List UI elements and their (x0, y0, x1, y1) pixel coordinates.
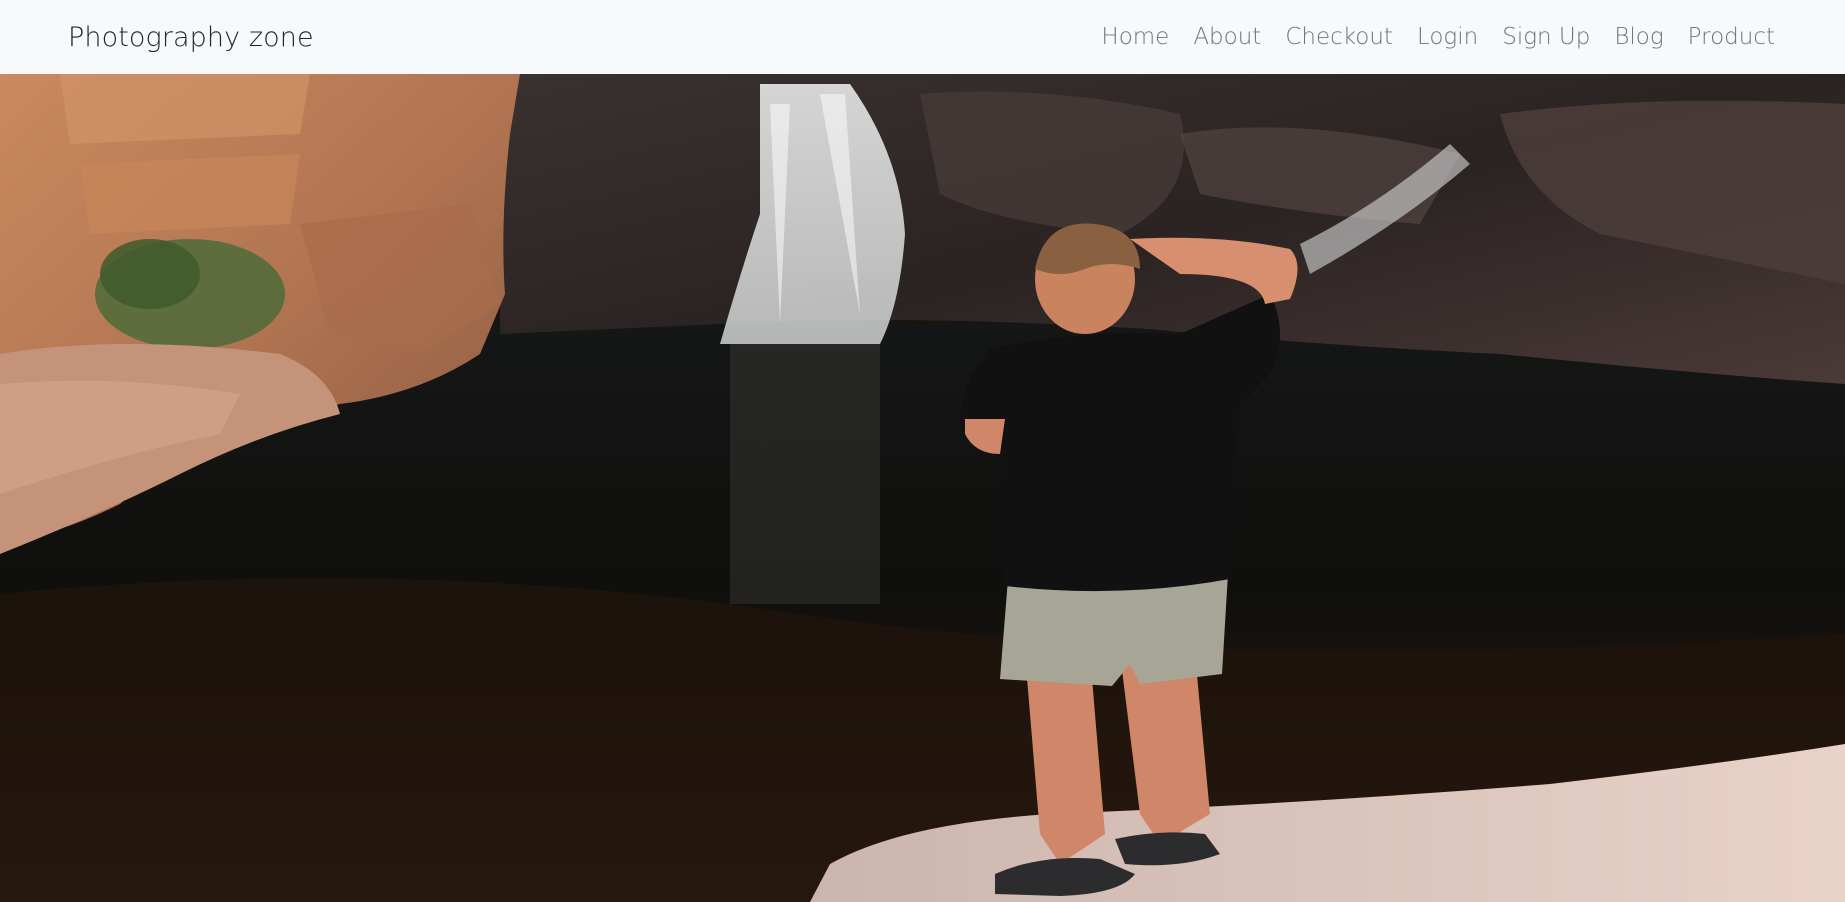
nav-link-home[interactable]: Home (1089, 24, 1181, 50)
nav-link-sign-up[interactable]: Sign Up (1490, 24, 1602, 50)
hero-photo-waterfall-photographer (0, 74, 1845, 902)
nav-link-blog[interactable]: Blog (1602, 24, 1675, 50)
nav-link-login[interactable]: Login (1405, 24, 1490, 50)
nav-link-product[interactable]: Product (1676, 24, 1787, 50)
nav-link-about[interactable]: About (1181, 24, 1273, 50)
nav-link-checkout[interactable]: Checkout (1273, 24, 1405, 50)
brand-link[interactable]: Photography zone (68, 22, 314, 53)
nav-links: Home About Checkout Login Sign Up Blog P… (1089, 24, 1787, 50)
hero-image (0, 74, 1845, 902)
navbar: Photography zone Home About Checkout Log… (0, 0, 1845, 74)
